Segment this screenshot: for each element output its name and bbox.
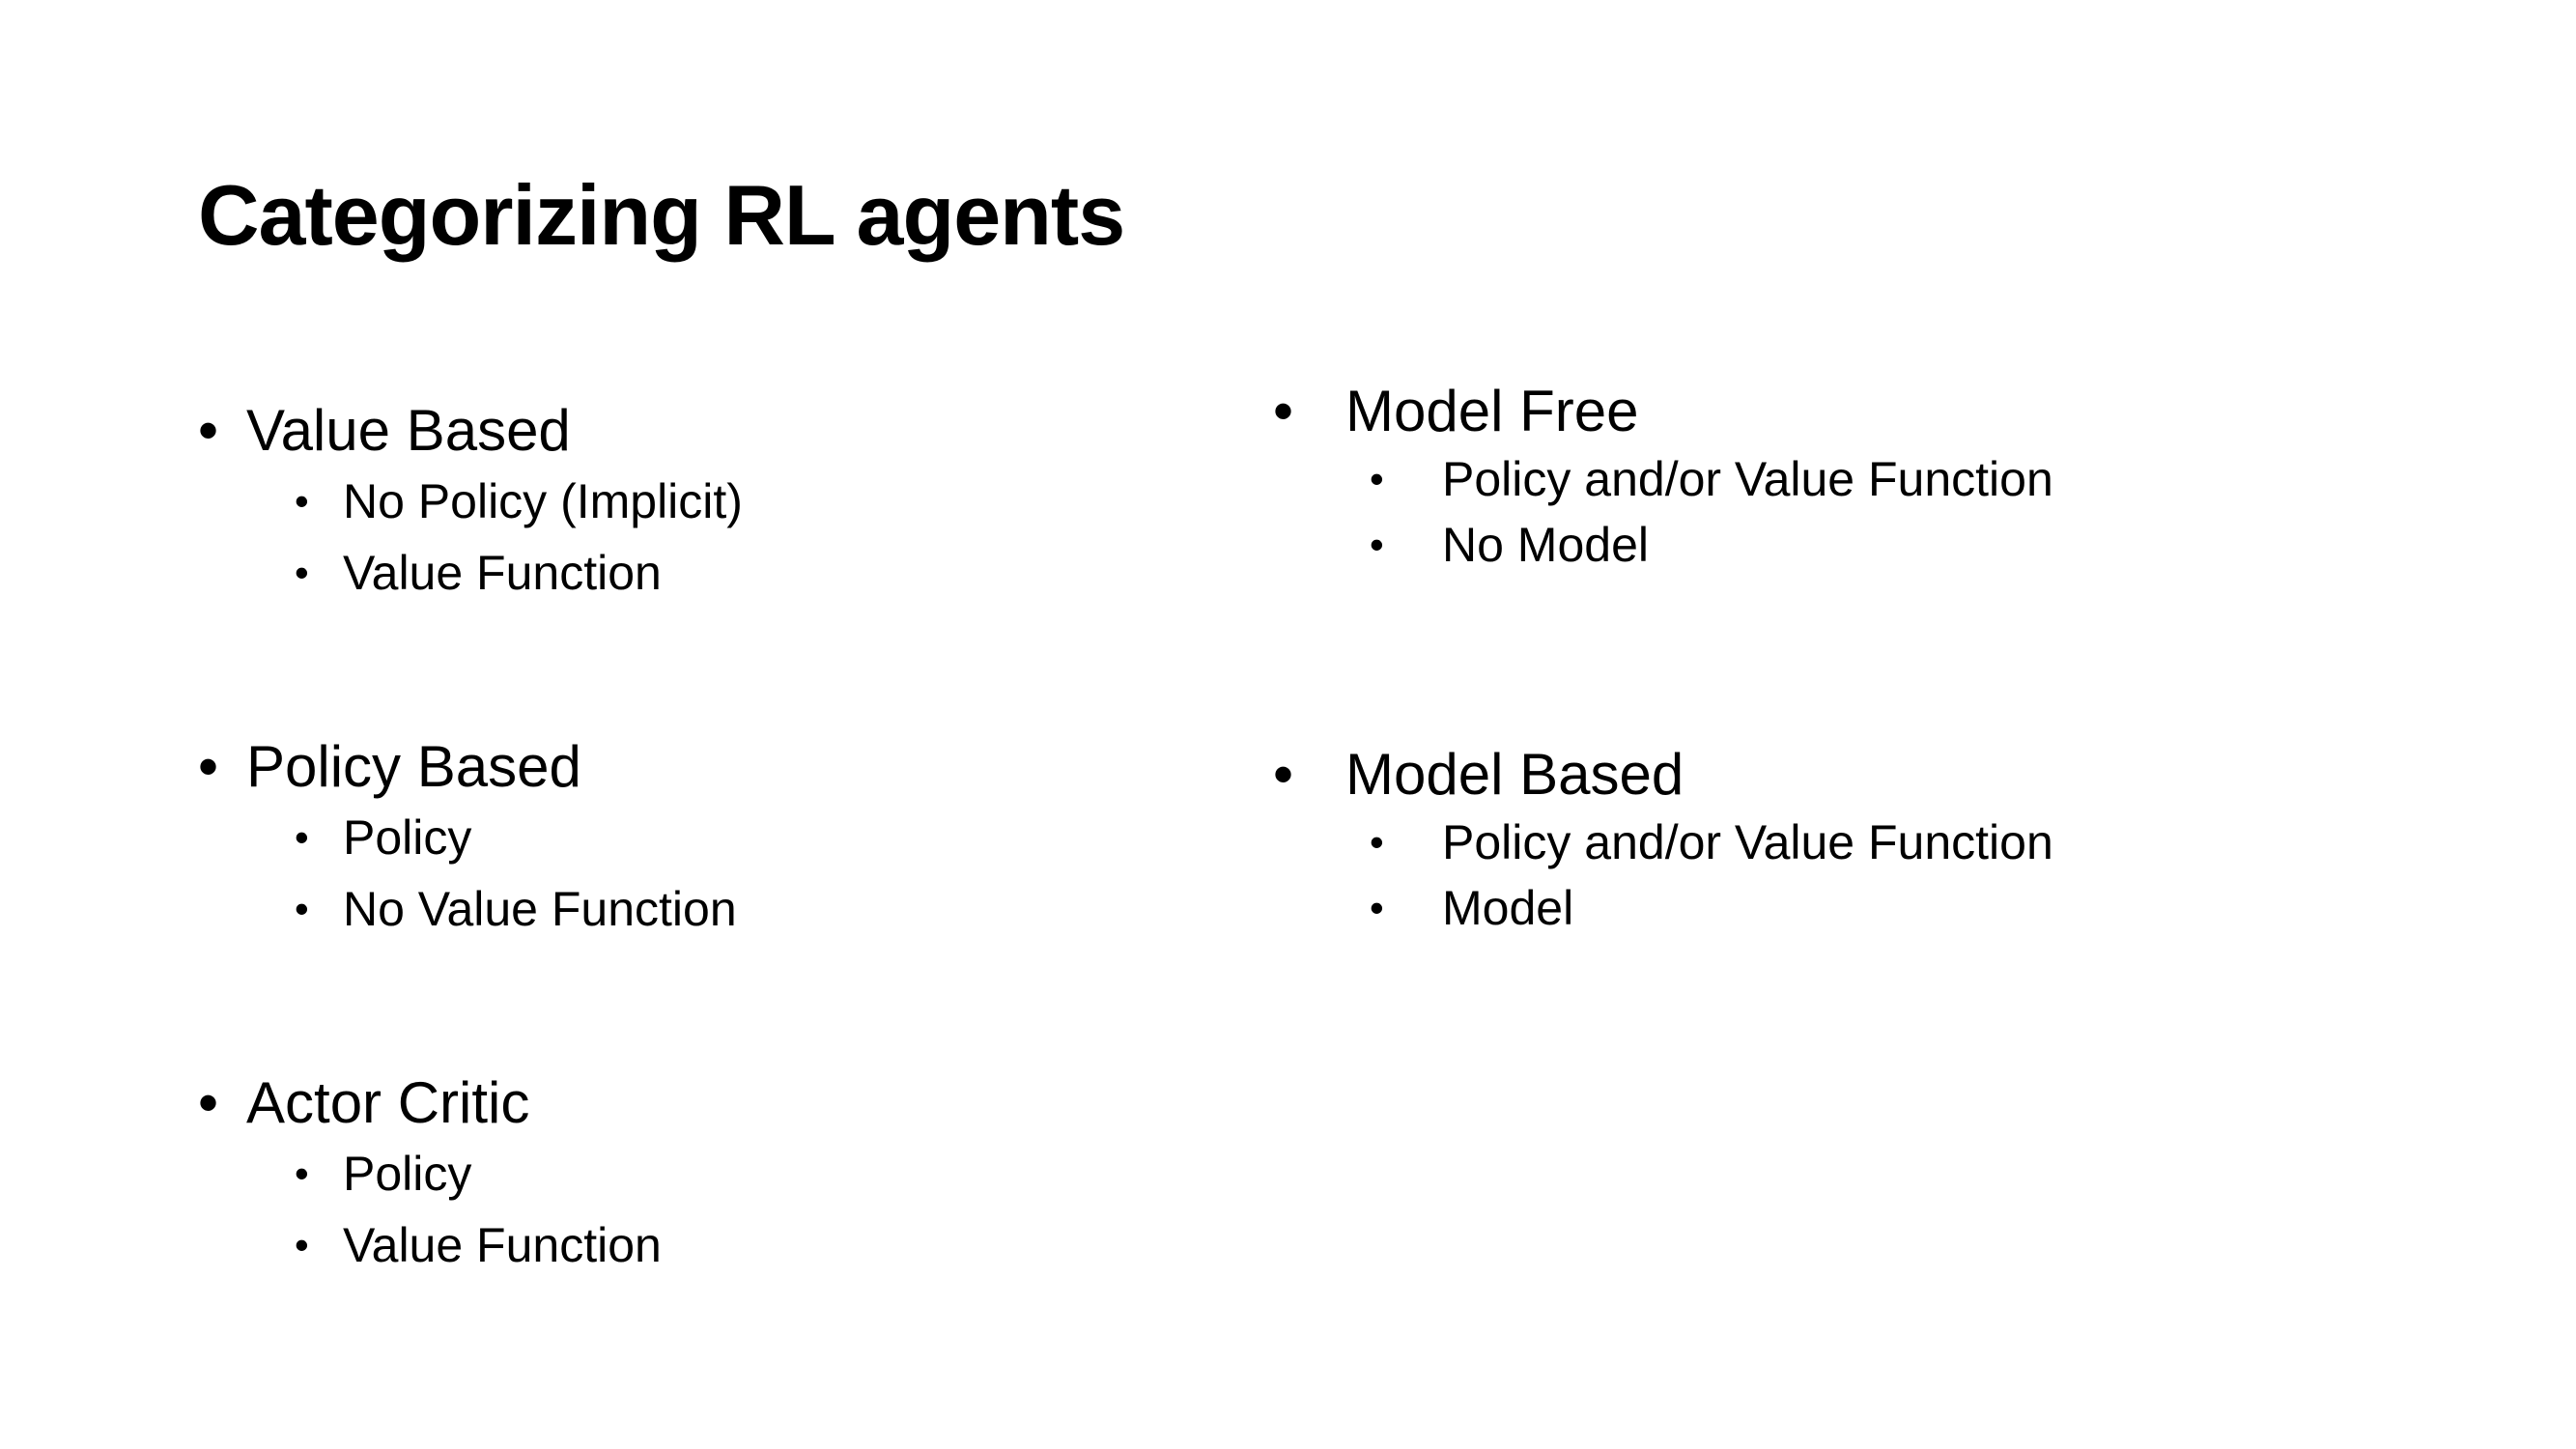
right-bullet-column: • Model Free • Policy and/or Value Funct… bbox=[1273, 377, 2432, 941]
sub-bullet-item: • Value Function bbox=[198, 537, 1164, 609]
bullet-label: Value Based bbox=[246, 398, 571, 463]
bullet-dot-icon: • bbox=[295, 1222, 309, 1267]
left-bullet-column: • Value Based • No Policy (Implicit) • V… bbox=[198, 396, 1164, 1281]
bullet-label: Policy Based bbox=[246, 734, 581, 799]
bullet-item: • Model Free bbox=[1273, 377, 2432, 446]
sub-bullet-item: • Value Function bbox=[198, 1209, 1164, 1281]
sub-bullet-label: Policy bbox=[343, 810, 472, 865]
bullet-dot-icon: • bbox=[295, 1151, 309, 1196]
sub-bullet-label: Value Function bbox=[343, 546, 662, 600]
bullet-group-model-based: • Model Based • Policy and/or Value Func… bbox=[1273, 740, 2432, 941]
bullet-dot-icon: • bbox=[1370, 885, 1384, 930]
bullet-dot-icon: • bbox=[1273, 379, 1294, 443]
bullet-label: Actor Critic bbox=[246, 1070, 530, 1135]
bullet-dot-icon: • bbox=[198, 398, 219, 463]
bullet-item: • Value Based bbox=[198, 396, 1164, 466]
sub-bullet-label: No Value Function bbox=[343, 882, 737, 936]
sub-bullet-item: • Policy and/or Value Function bbox=[1273, 810, 2432, 875]
sub-bullet-label: Value Function bbox=[343, 1218, 662, 1272]
bullet-dot-icon: • bbox=[295, 814, 309, 860]
sub-bullet-label: Policy and/or Value Function bbox=[1442, 815, 2053, 869]
bullet-dot-icon: • bbox=[1273, 742, 1294, 807]
sub-bullet-label: No Model bbox=[1442, 518, 1649, 572]
bullet-group-policy-based: • Policy Based • Policy • No Value Funct… bbox=[198, 732, 1164, 945]
slide: Categorizing RL agents • Value Based • N… bbox=[0, 0, 2576, 1449]
sub-bullet-item: • No Value Function bbox=[198, 873, 1164, 945]
sub-bullet-label: Model bbox=[1442, 881, 1574, 935]
bullet-dot-icon: • bbox=[198, 1070, 219, 1135]
sub-bullet-item: • Policy bbox=[198, 802, 1164, 873]
slide-title: Categorizing RL agents bbox=[198, 167, 1125, 263]
sub-bullet-item: • No Model bbox=[1273, 512, 2432, 578]
bullet-dot-icon: • bbox=[198, 734, 219, 799]
bullet-label: Model Based bbox=[1345, 742, 1684, 807]
sub-bullet-label: No Policy (Implicit) bbox=[343, 474, 743, 528]
sub-bullet-item: • Policy and/or Value Function bbox=[1273, 446, 2432, 512]
bullet-group-model-free: • Model Free • Policy and/or Value Funct… bbox=[1273, 377, 2432, 578]
sub-bullet-item: • No Policy (Implicit) bbox=[198, 466, 1164, 537]
bullet-dot-icon: • bbox=[1370, 456, 1384, 501]
bullet-dot-icon: • bbox=[295, 886, 309, 931]
bullet-label: Model Free bbox=[1345, 379, 1639, 443]
bullet-dot-icon: • bbox=[1370, 522, 1384, 567]
bullet-dot-icon: • bbox=[295, 478, 309, 524]
bullet-item: • Model Based bbox=[1273, 740, 2432, 810]
sub-bullet-item: • Policy bbox=[198, 1138, 1164, 1209]
sub-bullet-item: • Model bbox=[1273, 875, 2432, 941]
bullet-item: • Actor Critic bbox=[198, 1068, 1164, 1138]
bullet-group-value-based: • Value Based • No Policy (Implicit) • V… bbox=[198, 396, 1164, 609]
sub-bullet-label: Policy bbox=[343, 1147, 472, 1201]
bullet-item: • Policy Based bbox=[198, 732, 1164, 802]
bullet-dot-icon: • bbox=[1370, 819, 1384, 865]
sub-bullet-label: Policy and/or Value Function bbox=[1442, 452, 2053, 506]
bullet-group-actor-critic: • Actor Critic • Policy • Value Function bbox=[198, 1068, 1164, 1281]
bullet-dot-icon: • bbox=[295, 550, 309, 595]
